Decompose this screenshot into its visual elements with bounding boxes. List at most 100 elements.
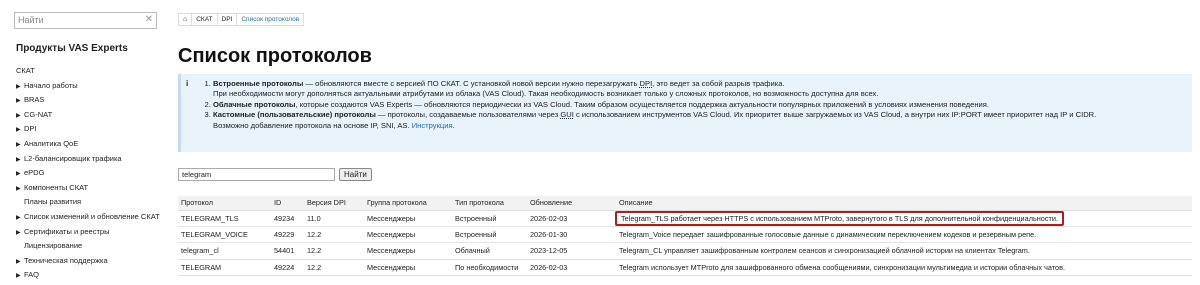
table-cell: Telegram_Voice передает зашифрованные го… xyxy=(616,226,1192,244)
chevron-right-icon[interactable]: ▶ xyxy=(16,155,24,165)
chevron-right-icon[interactable]: ▶ xyxy=(16,111,24,121)
sidebar-item[interactable]: ▶ Начало работы xyxy=(16,81,160,96)
instruction-link[interactable]: Инструкция xyxy=(412,121,453,130)
sidebar-item[interactable]: ▶ DPI xyxy=(16,124,160,139)
column-header[interactable]: Обновление xyxy=(527,196,616,211)
info-text: — обновляются вместе с версией ПО СКАТ. … xyxy=(303,79,640,88)
table-cell: TELEGRAM_TLS xyxy=(178,210,271,227)
breadcrumb-item-dpi[interactable]: DPI xyxy=(216,13,238,26)
column-header[interactable]: Тип протокола xyxy=(452,196,527,211)
cell-text: 2026-01-30 xyxy=(530,230,568,240)
chevron-right-icon[interactable]: ▶ xyxy=(16,125,24,135)
sidebar-item[interactable]: ▶ FAQ xyxy=(16,270,160,285)
chevron-right-icon[interactable]: ▶ xyxy=(16,184,24,194)
sidebar-item-label: Техническая поддержка xyxy=(24,255,108,265)
cell-text: 12.2 xyxy=(307,262,322,272)
sidebar-title: Продукты VAS Experts xyxy=(16,43,128,54)
chevron-right-icon[interactable]: ▶ xyxy=(16,257,24,267)
sidebar-item[interactable]: ▶ Компоненты СКАТ xyxy=(16,183,160,198)
column-header[interactable]: ID xyxy=(271,196,304,211)
search-placeholder: Найти xyxy=(18,15,44,25)
find-button[interactable]: Найти xyxy=(339,168,372,181)
info-item-custom: Кастомные (пользовательские) протоколы —… xyxy=(213,110,1193,131)
sidebar-item-label: BRAS xyxy=(24,95,45,105)
sidebar-item[interactable]: ▶ Список изменений и обновление СКАТ xyxy=(16,212,160,227)
filter-input[interactable]: telegram xyxy=(178,168,335,181)
info-text: , это ведет за собой разрыв трафика. xyxy=(652,79,785,88)
sidebar-item[interactable]: ▶ Техническая поддержка xyxy=(16,256,160,271)
sidebar-item-label: CG-NAT xyxy=(24,109,53,119)
table-row[interactable]: TELEGRAM_TLS 49234 11.0 Мессенджеры Встроенн… xyxy=(178,210,1192,227)
table-row[interactable]: TELEGRAM 49224 12.2 Мессенджеры По необходим… xyxy=(178,259,1192,277)
table-cell: 12.2 xyxy=(304,226,364,244)
info-item-builtin-title: Встроенные протоколы xyxy=(213,79,304,88)
table-row[interactable]: TELEGRAM_VOICE 49229 12.2 Мессенджеры Встрое… xyxy=(178,226,1192,244)
sidebar-item-label: Лицензирование xyxy=(24,241,83,251)
column-header[interactable]: Версия DPI xyxy=(304,196,364,211)
cell-text: 12.2 xyxy=(307,246,322,256)
table-cell: Облачный xyxy=(452,242,527,260)
info-list: Встроенные протоколы — обновляются вмест… xyxy=(213,79,1193,131)
chevron-right-icon[interactable]: ▶ xyxy=(16,228,24,238)
info-text: , которые создаются VAS Experts — обновл… xyxy=(295,99,989,109)
page-title: Список протоколов xyxy=(178,45,372,67)
info-text: с использованием инструментов VAS Cloud.… xyxy=(573,110,1097,120)
chevron-right-icon[interactable]: ▶ xyxy=(16,82,24,92)
info-text: . xyxy=(452,120,455,130)
sidebar-item[interactable]: ▶ L2-балансировщик трафика xyxy=(16,154,160,169)
sidebar-item-label: L2-балансировщик трафика xyxy=(24,153,122,163)
table-cell: 2026-01-30 xyxy=(527,226,616,244)
chevron-right-icon[interactable]: ▶ xyxy=(16,140,24,150)
gui-abbr: GUI xyxy=(560,110,574,120)
home-icon[interactable]: ⌂ xyxy=(178,13,193,26)
sidebar-item-label: ePDG xyxy=(24,168,45,178)
info-item-cloud-title: Облачные протоколы xyxy=(213,99,296,109)
cell-text: TELEGRAM xyxy=(181,262,222,272)
sidebar-item[interactable]: СКАТ xyxy=(16,66,160,81)
dpi-abbr: DPI xyxy=(639,79,653,88)
column-header[interactable]: Группа протокола xyxy=(364,196,452,211)
breadcrumb-item-current[interactable]: Список протоколов xyxy=(236,13,305,26)
column-header[interactable]: Протокол xyxy=(178,196,271,211)
breadcrumb-item-skat[interactable]: СКАТ xyxy=(191,13,218,26)
table-cell: telegram_cl xyxy=(178,242,271,260)
sidebar-item-label: Список изменений и обновление СКАТ xyxy=(24,211,160,221)
sidebar-item-label: DPI xyxy=(24,124,37,134)
table-cell: Telegram использует MTProto для зашифров… xyxy=(616,259,1192,277)
close-icon[interactable]: ✕ xyxy=(145,14,153,25)
sidebar-item[interactable]: ▶ Сертификаты и реестры xyxy=(16,227,160,242)
table-cell: Telegram_TLS работает через HTTPS с испо… xyxy=(615,210,1192,227)
table-header-row: Протокол ID Версия DPI Группа протокола Тип … xyxy=(178,196,1192,211)
cell-text: 2026-02-03 xyxy=(530,262,568,272)
table-cell: TELEGRAM_VOICE xyxy=(178,226,271,244)
cell-text: Мессенджеры xyxy=(367,246,416,256)
cell-text: 2023-12-05 xyxy=(530,246,568,256)
chevron-right-icon[interactable]: ▶ xyxy=(16,169,24,179)
sidebar-item[interactable]: Лицензирование xyxy=(16,241,160,256)
cell-text: Мессенджеры xyxy=(367,213,416,223)
sidebar-item[interactable]: ▶ BRAS xyxy=(16,95,160,110)
table-cell: Мессенджеры xyxy=(364,242,452,260)
cell-text: Встроенный xyxy=(455,230,497,240)
cell-text: 49229 xyxy=(274,230,295,240)
sidebar-item[interactable]: ▶ CG-NAT xyxy=(16,110,160,125)
protocols-table: Протокол ID Версия DPI Группа протокола Тип … xyxy=(178,196,1192,277)
column-header[interactable]: Описание xyxy=(616,196,1192,211)
cell-text: 54401 xyxy=(274,246,295,256)
highlighted-description: Telegram_TLS работает через HTTPS с испо… xyxy=(615,210,1064,226)
sidebar-item[interactable]: Планы развития xyxy=(16,197,160,212)
table-cell: По необходимости xyxy=(452,259,527,277)
cell-text: telegram_cl xyxy=(181,246,219,256)
table-cell: 49224 xyxy=(271,259,304,277)
table-row[interactable]: telegram_cl 54401 12.2 Мессенджеры Облачный 2… xyxy=(178,242,1192,260)
search-input[interactable]: Найти ✕ xyxy=(14,12,157,29)
sidebar-item[interactable]: ▶ Аналитика QoE xyxy=(16,139,160,154)
chevron-right-icon[interactable]: ▶ xyxy=(16,271,24,281)
sidebar-item-label: Аналитика QoE xyxy=(24,138,79,148)
chevron-right-icon[interactable]: ▶ xyxy=(16,213,24,223)
cell-text: 11.0 xyxy=(307,213,321,223)
table-cell: 2026-02-03 xyxy=(527,259,616,277)
info-text: — протоколы, создаваемые пользователями … xyxy=(375,110,561,120)
sidebar-item[interactable]: ▶ ePDG xyxy=(16,168,160,183)
chevron-right-icon[interactable]: ▶ xyxy=(16,96,24,106)
